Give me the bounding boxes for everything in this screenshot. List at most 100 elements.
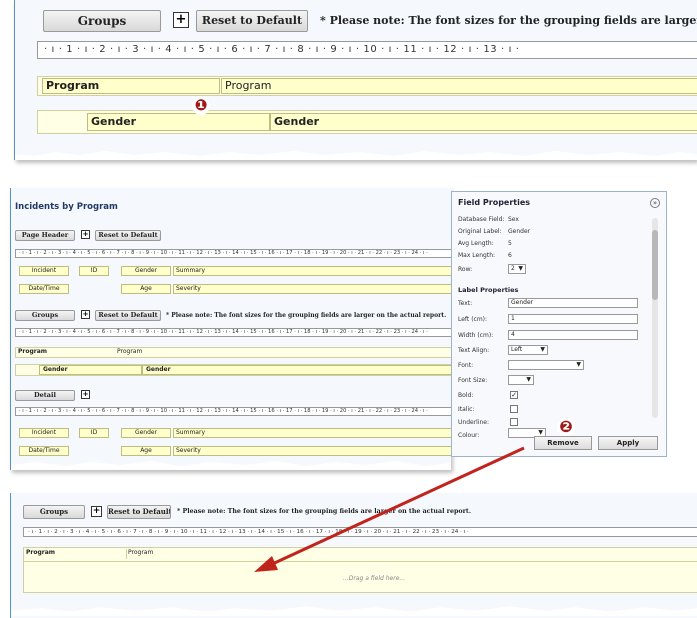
ruler: · ı · 1 · ı · 2 · ı · 3 · ı · 4 · ı · 5 …: [15, 249, 451, 258]
ruler-text: · ı · 1 · ı · 2 · ı · 3 · ı · 4 · ı · 5 …: [44, 44, 520, 55]
expand-groups-icon[interactable]: +: [91, 506, 102, 517]
colour-label: Colour:: [458, 432, 480, 439]
remove-button[interactable]: Remove: [534, 436, 592, 450]
width-input[interactable]: 4: [508, 330, 638, 340]
font-size-note: * Please note: The font sizes for the gr…: [320, 14, 697, 27]
chevron-down-icon: ▼: [518, 265, 523, 272]
id-field[interactable]: ID: [79, 428, 109, 438]
text-align-label: Text Align:: [458, 347, 490, 354]
left-label: Left (cm):: [458, 316, 488, 323]
ruler-text: · ı · 1 · ı · 2 · ı · 3 · ı · 4 · ı · 5 …: [28, 529, 469, 535]
torn-edge: [15, 146, 697, 160]
ruler: · ı · 1 · ı · 2 · ı · 3 · ı · 4 · ı · 5 …: [15, 328, 451, 337]
italic-label: Italic:: [458, 406, 475, 413]
info-value: Sex: [508, 216, 519, 223]
program-value-field[interactable]: Program: [221, 78, 697, 94]
row-select[interactable]: 2 ▼: [508, 264, 526, 274]
torn-edge: [11, 456, 451, 470]
font-size-note: * Please note: The font sizes for the gr…: [166, 312, 447, 319]
label-properties-heading: Label Properties: [458, 286, 519, 294]
program-label-field[interactable]: Program: [25, 549, 125, 559]
info-value: Gender: [508, 228, 531, 235]
groups-button[interactable]: Groups: [15, 310, 75, 321]
ruler: · ı · 1 · ı · 2 · ı · 3 · ı · 4 · ı · 5 …: [23, 527, 697, 537]
underline-checkbox[interactable]: [510, 418, 518, 426]
groups-button[interactable]: Groups: [23, 505, 85, 519]
font-select[interactable]: ▼: [508, 360, 584, 370]
ruler: · ı · 1 · ı · 2 · ı · 3 · ı · 4 · ı · 5 …: [15, 407, 451, 416]
program-label-field[interactable]: Program: [42, 78, 220, 94]
age-field[interactable]: Age: [121, 284, 171, 294]
step-2-badge: ❷: [557, 418, 575, 436]
step-1-badge: ❶: [192, 97, 210, 115]
gender-label-field[interactable]: Gender: [39, 365, 142, 375]
bottom-groups-panel: Groups + Reset to Default * Please note:…: [10, 493, 697, 618]
info-value: 5: [508, 240, 512, 247]
drop-zone[interactable]: [23, 561, 697, 562]
page-header-button[interactable]: Page Header: [15, 230, 75, 241]
apply-button[interactable]: Apply: [598, 436, 658, 450]
chevron-down-icon: ▼: [540, 346, 545, 353]
left-input[interactable]: 1: [508, 314, 638, 324]
bold-label: Bold:: [458, 392, 474, 399]
text-align-value: Left: [511, 346, 523, 353]
groups-reset-button[interactable]: Reset to Default: [95, 310, 161, 321]
program-value-field[interactable]: Program: [116, 348, 451, 357]
info-label: Original Label:: [458, 228, 502, 235]
avg-length-row: Avg Length: 5: [458, 240, 512, 247]
font-label: Font:: [458, 362, 474, 369]
row-label: Row:: [458, 266, 473, 273]
date-time-field[interactable]: Date/Time: [19, 446, 69, 456]
detail-button[interactable]: Detail: [15, 390, 75, 401]
report-title: Incidents by Program: [15, 202, 118, 212]
severity-field[interactable]: Severity: [173, 446, 451, 456]
gender-value-field[interactable]: Gender: [142, 365, 451, 375]
groups-button[interactable]: Groups: [43, 10, 161, 32]
ruler-text: · ı · 1 · ı · 2 · ı · 3 · ı · 4 · ı · 5 …: [19, 329, 428, 335]
summary-field[interactable]: Summary: [173, 266, 451, 276]
text-align-select[interactable]: Left ▼: [508, 345, 548, 355]
incident-field[interactable]: Incident: [19, 266, 69, 276]
severity-field[interactable]: Severity: [173, 284, 451, 294]
field-properties-title: Field Properties: [458, 198, 531, 207]
width-label: Width (cm):: [458, 332, 494, 339]
expand-groups-icon[interactable]: +: [173, 12, 189, 28]
bold-checkbox[interactable]: ✓: [510, 391, 518, 399]
id-field[interactable]: ID: [79, 266, 109, 276]
expand-groups-icon[interactable]: +: [81, 310, 90, 319]
expand-page-header-icon[interactable]: +: [81, 230, 90, 239]
gender-field[interactable]: Gender: [121, 266, 171, 276]
reset-to-default-button[interactable]: Reset to Default: [196, 10, 308, 32]
text-label: Text:: [458, 300, 473, 307]
database-field-row: Database Field: Sex: [458, 216, 519, 223]
max-length-row: Max Length: 6: [458, 252, 512, 259]
torn-edge: [11, 602, 697, 618]
gender-field[interactable]: Gender: [121, 428, 171, 438]
ruler-text: · ı · 1 · ı · 2 · ı · 3 · ı · 4 · ı · 5 …: [19, 250, 428, 256]
row-value: 2: [511, 265, 515, 272]
collapse-icon[interactable]: »: [650, 198, 660, 208]
report-layout-panel: Incidents by Program Page Header + Reset…: [10, 188, 451, 470]
font-size-label: Font Size:: [458, 377, 488, 384]
program-label-field[interactable]: Program: [17, 348, 115, 357]
expand-detail-icon[interactable]: +: [81, 390, 90, 399]
gender-label-field[interactable]: Gender: [87, 113, 270, 131]
chevron-down-icon: ▼: [526, 376, 531, 383]
italic-checkbox[interactable]: [510, 405, 518, 413]
reset-to-default-button[interactable]: Reset to Default: [107, 505, 171, 519]
drag-field-hint: ...Drag a field here...: [343, 575, 406, 582]
gender-value-field[interactable]: Gender: [270, 113, 697, 131]
info-label: Database Field:: [458, 216, 505, 223]
info-value: 6: [508, 252, 512, 259]
font-size-select[interactable]: ▼: [508, 375, 534, 385]
top-groups-panel: Groups + Reset to Default * Please note:…: [14, 0, 697, 160]
incident-field[interactable]: Incident: [19, 428, 69, 438]
date-time-field[interactable]: Date/Time: [19, 284, 69, 294]
age-field[interactable]: Age: [121, 446, 171, 456]
text-input[interactable]: Gender: [508, 298, 638, 308]
program-value-field[interactable]: Program: [126, 549, 697, 559]
scrollbar-thumb[interactable]: [652, 230, 658, 300]
page-header-reset-button[interactable]: Reset to Default: [95, 230, 161, 241]
font-size-note: * Please note: The font sizes for the gr…: [177, 508, 472, 515]
summary-field[interactable]: Summary: [173, 428, 451, 438]
